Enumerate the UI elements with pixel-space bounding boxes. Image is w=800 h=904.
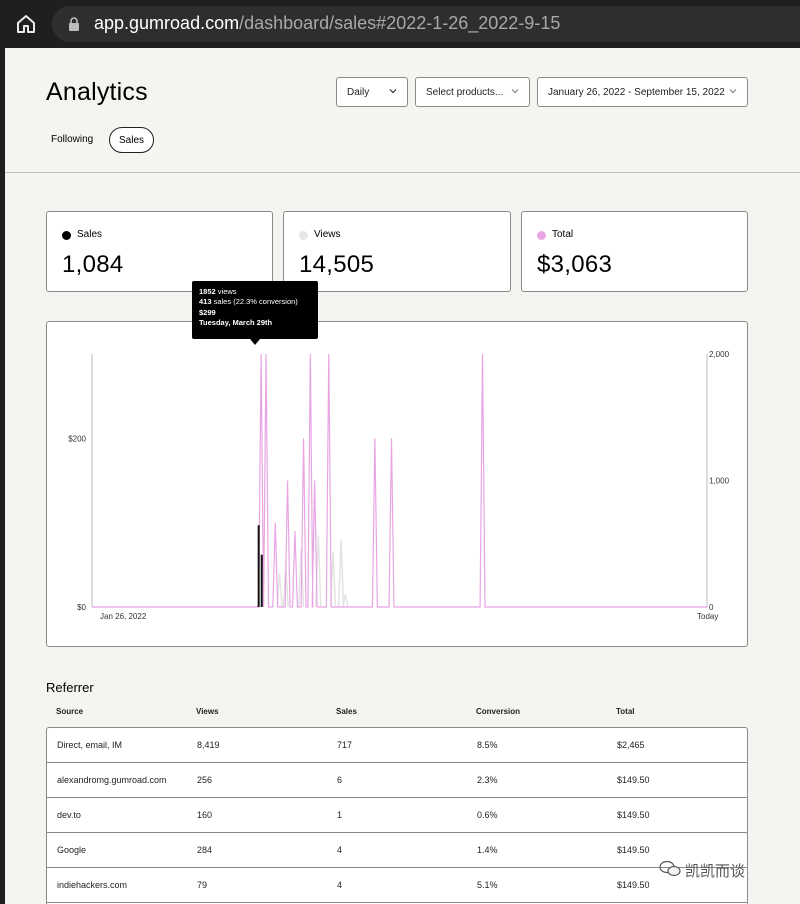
views-spike (337, 539, 345, 608)
left-tick-label: $0 (77, 603, 86, 612)
address-bar[interactable]: app.gumroad.com/dashboard/sales#2022-1-2… (52, 6, 800, 42)
right-tick-label: 1,000 (709, 477, 730, 486)
tooltip-sales-line: 413 sales (22.3% conversion) (199, 297, 318, 307)
x-tick-label: Today (697, 612, 718, 621)
table-row: Direct, email, IM 8,419 717 8.5% $2,465 (47, 728, 747, 763)
url-text: app.gumroad.com/dashboard/sales#2022-1-2… (94, 13, 560, 34)
cell-conversion: 0.6% (477, 810, 498, 820)
referrer-title: Referrer (46, 680, 94, 695)
products-select-value: Select products... (426, 87, 504, 98)
cell-sales: 4 (337, 845, 343, 855)
right-tick-label: 0 (709, 603, 714, 612)
window-edge (0, 48, 5, 904)
cell-conversion: 2.3% (477, 775, 498, 785)
page-title: Analytics (46, 78, 148, 106)
column-header-views[interactable]: Views (196, 707, 219, 716)
table-row: Google 284 4 1.4% $149.50 (47, 833, 747, 868)
total-stat-value: $3,063 (537, 251, 613, 278)
referrer-table-body: Direct, email, IM 8,419 717 8.5% $2,465 … (46, 727, 748, 904)
cell-total: $149.50 (617, 810, 650, 820)
chevron-down-icon (511, 89, 519, 94)
tab-following[interactable]: Following (42, 127, 102, 153)
cell-sales: 1 (337, 810, 343, 820)
header-divider (5, 172, 800, 173)
cell-views: 284 (197, 845, 213, 855)
tooltip-arrow (250, 339, 260, 345)
cell-sales: 717 (337, 740, 353, 750)
cell-views: 8,419 (197, 740, 220, 750)
chart-tooltip: 1852 views 413 sales (22.3% conversion) … (192, 281, 318, 339)
cell-sales: 6 (337, 775, 343, 785)
date-range-value: January 26, 2022 - September 15, 2022 (548, 87, 725, 98)
right-tick-label: 2,000 (709, 350, 730, 359)
views-stat-label: Views (314, 229, 341, 240)
cell-total: $149.50 (617, 775, 650, 785)
url-host: app.gumroad.com (94, 13, 240, 33)
sales-chart[interactable]: $0 $200 0 1,000 2,000 Jan 26, 2022 Today (46, 321, 748, 647)
table-row: dev.to 160 1 0.6% $149.50 (47, 798, 747, 833)
sales-stat-card: Sales 1,084 (46, 211, 273, 292)
chart-canvas: $0 $200 0 1,000 2,000 Jan 26, 2022 Today (68, 350, 730, 621)
tooltip-sales-label: sales (22.3% conversion) (211, 297, 298, 307)
cell-source: dev.to (57, 810, 81, 820)
cell-total: $149.50 (617, 880, 650, 890)
tab-sales[interactable]: Sales (109, 127, 155, 153)
tooltip-date: Tuesday, March 29th (199, 318, 273, 328)
total-stat-label: Total (552, 229, 574, 240)
cell-total: $2,465 (617, 740, 645, 750)
period-select[interactable]: Daily (336, 77, 408, 107)
views-legend-dot (299, 231, 308, 240)
date-range-select[interactable]: January 26, 2022 - September 15, 2022 (537, 77, 748, 107)
tooltip-amount: $299 (199, 307, 216, 317)
tooltip-sales-count: 413 (199, 297, 212, 307)
column-header-sales[interactable]: Sales (336, 707, 357, 716)
column-header-source[interactable]: Source (56, 707, 83, 716)
cell-source: alexandromg.gumroad.com (57, 775, 167, 785)
tooltip-views-line: 1852 views (199, 287, 318, 297)
chevron-down-icon (389, 89, 397, 94)
chevron-down-icon (729, 89, 737, 94)
cell-sales: 4 (337, 880, 343, 890)
lock-icon (69, 17, 79, 31)
tooltip-views-count: 1852 (199, 287, 216, 296)
cell-conversion: 8.5% (477, 740, 498, 750)
left-tick-label: $200 (68, 434, 86, 443)
cell-conversion: 1.4% (477, 845, 498, 855)
views-stat-card: Views 14,505 (283, 211, 511, 292)
sales-stat-label: Sales (77, 229, 103, 240)
sales-stat-value: 1,084 (62, 251, 124, 278)
cell-views: 79 (197, 880, 208, 890)
cell-conversion: 5.1% (477, 880, 498, 890)
column-header-total[interactable]: Total (616, 707, 635, 716)
cell-views: 160 (197, 810, 213, 820)
cell-source: Direct, email, IM (57, 740, 123, 750)
x-tick-label: Jan 26, 2022 (100, 612, 147, 621)
cell-source: indiehackers.com (57, 880, 128, 890)
url-path: /dashboard/sales#2022-1-26_2022-9-15 (239, 13, 561, 33)
period-select-value: Daily (347, 87, 370, 98)
watermark-text: 凯凯而谈 (685, 863, 746, 880)
browser-toolbar: app.gumroad.com/dashboard/sales#2022-1-2… (0, 0, 800, 48)
sales-legend-dot (62, 231, 71, 240)
table-row: alexandromg.gumroad.com 256 6 2.3% $149.… (47, 763, 747, 798)
tooltip-views-label: views (215, 287, 237, 296)
home-icon[interactable] (14, 12, 38, 36)
cell-source: Google (57, 845, 87, 855)
cell-total: $149.50 (617, 845, 650, 855)
products-select[interactable]: Select products... (415, 77, 530, 107)
total-line (92, 353, 707, 608)
total-legend-dot (537, 231, 546, 240)
wechat-icon (659, 860, 681, 877)
table-row: indiehackers.com 79 4 5.1% $149.50 (47, 868, 747, 903)
referrer-table-header: Source Views Sales Conversion Total (46, 703, 748, 723)
views-stat-value: 14,505 (299, 251, 375, 278)
column-header-conversion[interactable]: Conversion (476, 707, 520, 716)
total-stat-card: Total $3,063 (521, 211, 748, 292)
cell-views: 256 (197, 775, 213, 785)
